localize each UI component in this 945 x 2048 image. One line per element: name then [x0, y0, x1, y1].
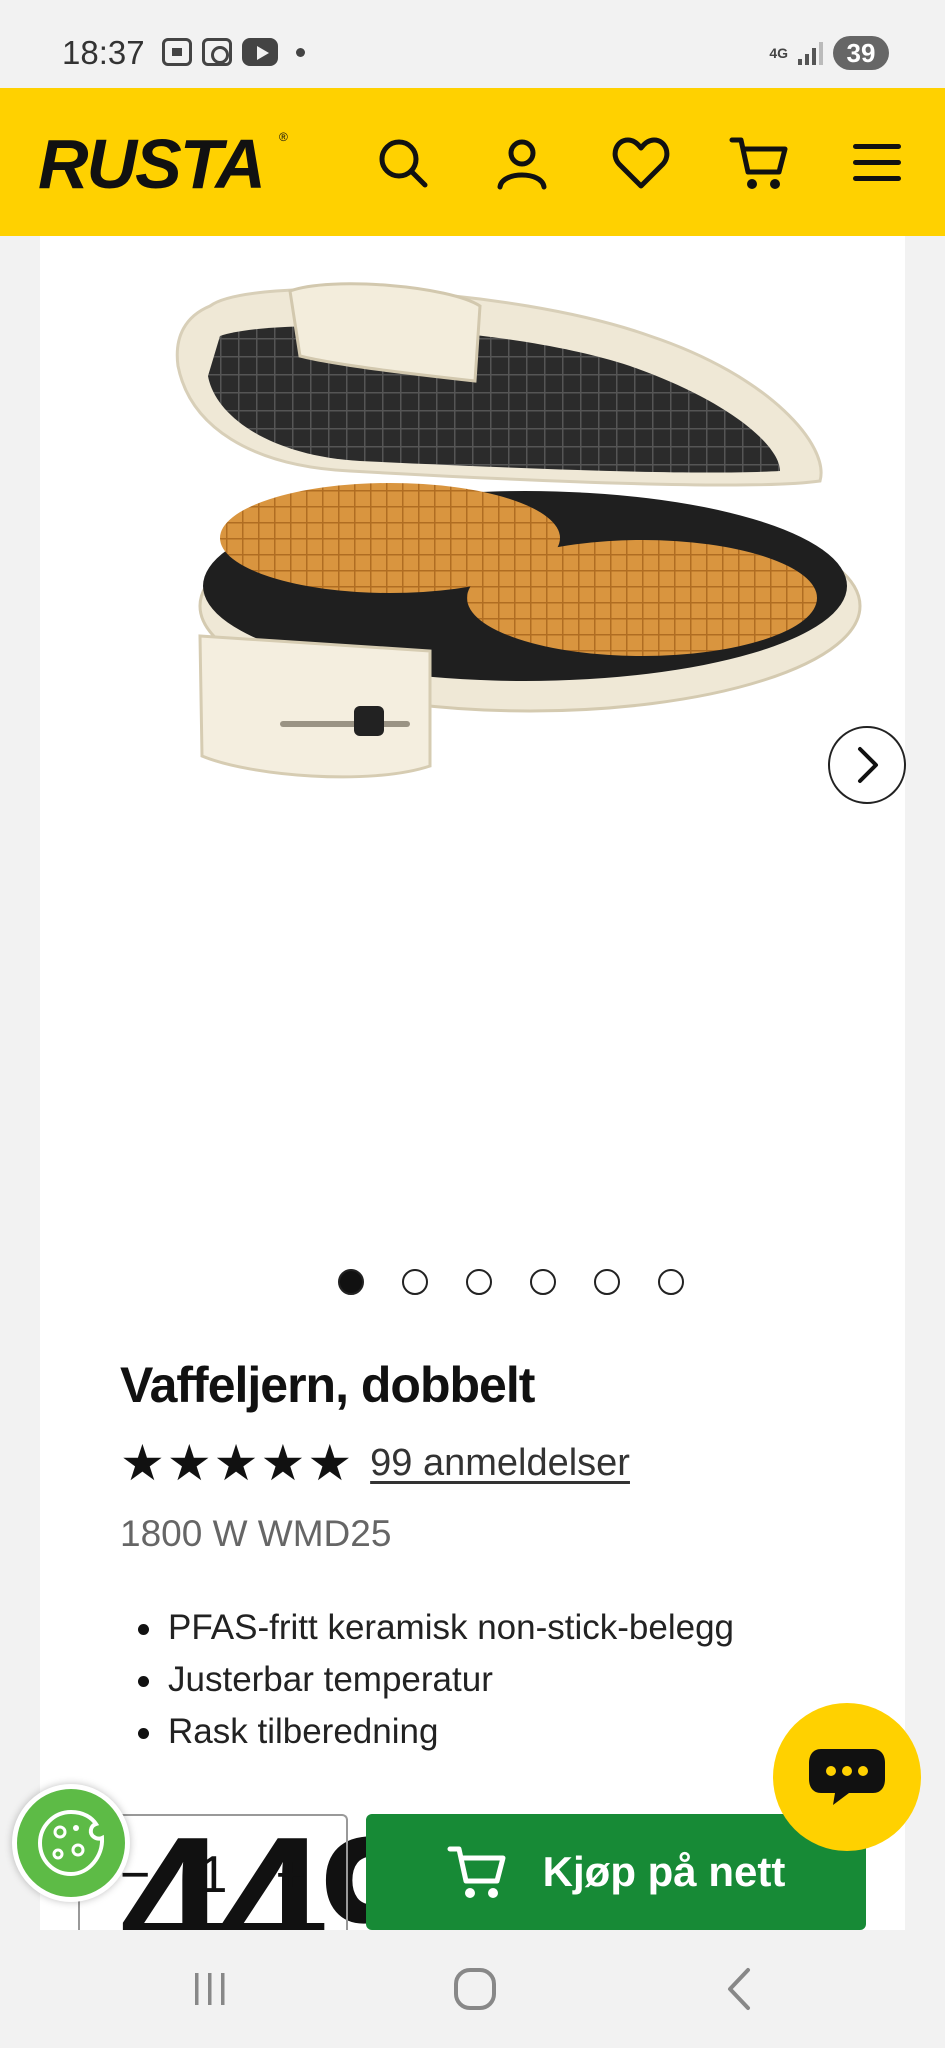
chat-button[interactable] [773, 1703, 921, 1851]
feature-item: Rask tilberedning [138, 1706, 734, 1758]
screenshot-icon [162, 38, 192, 66]
status-system-icons: 4G 39 [769, 36, 889, 70]
battery-level: 39 [846, 37, 876, 68]
product-title: Vaffeljern, dobbelt [120, 1357, 535, 1413]
star-icon: ★ [213, 1435, 259, 1491]
gallery-dot-2[interactable] [402, 1269, 428, 1295]
quantity-value[interactable]: 1 [199, 1845, 228, 1905]
account-icon[interactable] [485, 126, 559, 200]
gallery-dot-6[interactable] [658, 1269, 684, 1295]
menu-icon[interactable] [840, 126, 914, 200]
battery-icon: 39 [833, 36, 889, 70]
gallery-dot-5[interactable] [594, 1269, 620, 1295]
logo-registered-mark: ® [279, 130, 288, 144]
feature-list: PFAS-fritt keramisk non-stick-belegg Jus… [138, 1602, 734, 1758]
star-icon: ★ [307, 1435, 353, 1491]
site-header: RUSTA ® [0, 88, 945, 236]
status-bar: 18:37 4G 39 [0, 0, 945, 88]
status-time: 18:37 [62, 34, 145, 71]
youtube-icon [242, 38, 278, 66]
cart-icon[interactable] [722, 126, 796, 200]
chevron-right-icon [858, 747, 878, 783]
gallery-dot-3[interactable] [466, 1269, 492, 1295]
rating-stars: ★ ★ ★ ★ ★ [120, 1436, 352, 1490]
screen: 18:37 4G 39 RUSTA ® Vaffeljern, dobbelt … [0, 0, 945, 2048]
cookie-icon [37, 1809, 105, 1877]
recent-apps-icon[interactable] [180, 1964, 240, 2014]
status-notification-icons [162, 38, 305, 66]
signal-icon [798, 41, 823, 65]
notification-dot-icon [296, 47, 305, 57]
star-icon: ★ [166, 1435, 212, 1491]
star-icon: ★ [260, 1435, 306, 1491]
product-rating: ★ ★ ★ ★ ★ 99 anmeldelser [120, 1436, 630, 1490]
cookie-settings-button[interactable] [12, 1784, 130, 1902]
instagram-icon [202, 38, 232, 66]
reviews-link[interactable]: 99 anmeldelser [370, 1442, 630, 1485]
system-nav-bar [0, 1930, 945, 2048]
network-type: 4G [769, 45, 788, 61]
search-icon[interactable] [366, 126, 440, 200]
product-image[interactable] [130, 266, 890, 786]
back-icon[interactable] [710, 1964, 770, 2014]
buy-button-label: Kjøp på nett [542, 1848, 786, 1895]
product-card: Vaffeljern, dobbelt ★ ★ ★ ★ ★ 99 anmelde… [40, 236, 906, 1999]
gallery-next-button[interactable] [828, 726, 906, 804]
feature-item: Justerbar temperatur [138, 1654, 734, 1706]
chat-bubble-icon [809, 1749, 885, 1805]
home-icon[interactable] [445, 1964, 505, 2014]
quantity-increase-button[interactable]: + [276, 1845, 306, 1905]
rusta-logo[interactable]: RUSTA [38, 124, 266, 204]
product-model: 1800 W WMD25 [120, 1513, 392, 1554]
feature-item: PFAS-fritt keramisk non-stick-belegg [138, 1602, 734, 1654]
gallery-pagination [338, 1269, 684, 1295]
gallery-dot-4[interactable] [530, 1269, 556, 1295]
star-icon: ★ [120, 1435, 165, 1491]
cart-icon [447, 1846, 506, 1898]
wishlist-heart-icon[interactable] [604, 126, 678, 200]
gallery-dot-1[interactable] [338, 1269, 364, 1295]
buy-online-button[interactable]: Kjøp på nett [366, 1814, 866, 1930]
